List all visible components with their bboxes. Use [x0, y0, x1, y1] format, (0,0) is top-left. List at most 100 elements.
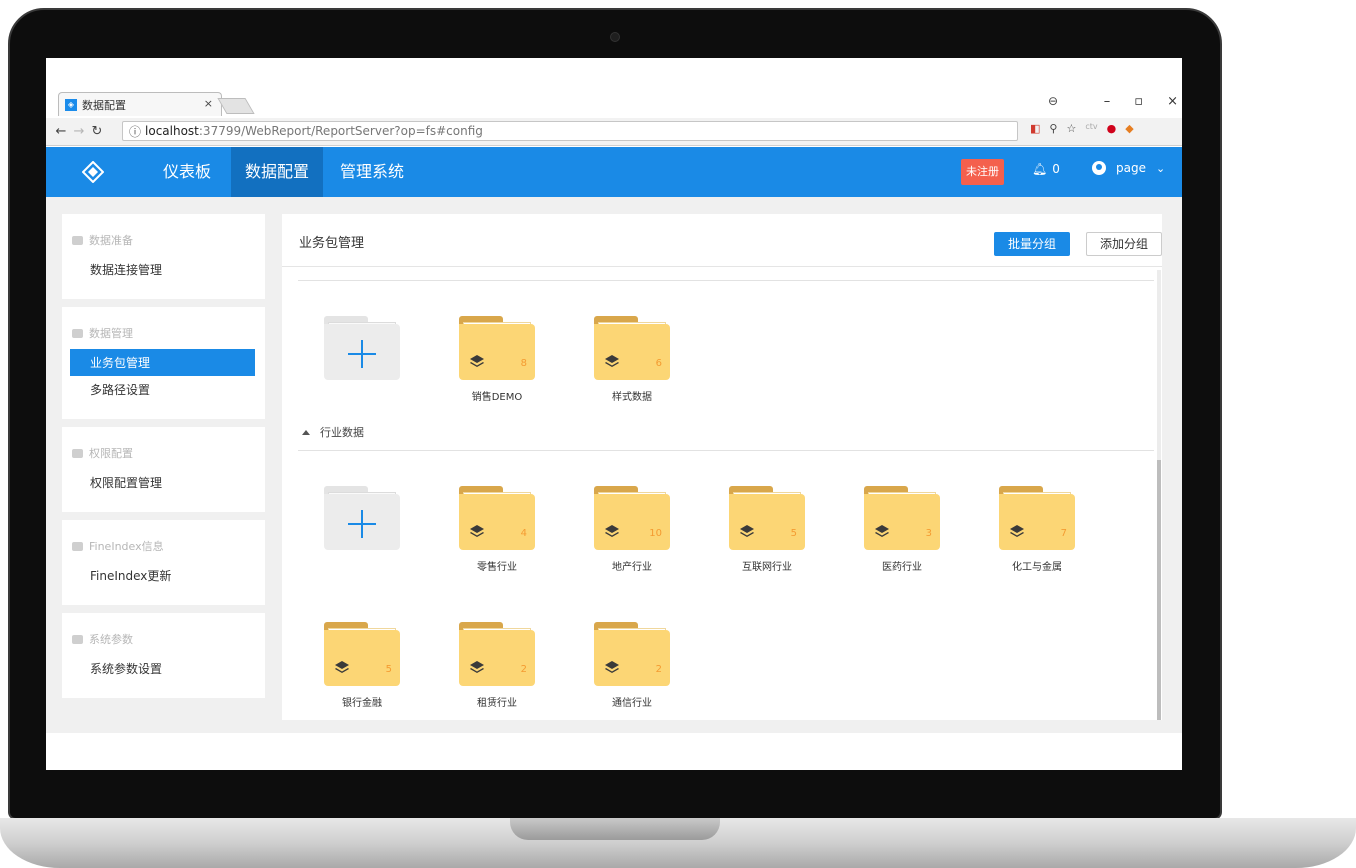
sidebar-item-multipath[interactable]: 多路径设置: [70, 376, 255, 403]
folder-body: [594, 324, 670, 380]
sidebar-item-connection-mgmt[interactable]: 数据连接管理: [70, 256, 255, 283]
pinterest-icon[interactable]: ●: [1107, 122, 1117, 135]
folder-icon: 3: [864, 486, 940, 550]
plus-icon: [348, 510, 376, 538]
username: page: [1116, 161, 1146, 175]
package-folder[interactable]: 2 租赁行业: [459, 622, 539, 722]
sidebar-group-title: 数据管理: [72, 325, 255, 341]
browser-tab[interactable]: ◈ 数据配置 ×: [58, 92, 222, 116]
close-window-button[interactable]: ×: [1167, 94, 1178, 109]
sidebar-group-label: 权限配置: [89, 447, 133, 460]
package-folder[interactable]: 3 医药行业: [864, 486, 944, 586]
package-folder[interactable]: 5 互联网行业: [729, 486, 809, 586]
nav-admin-system[interactable]: 管理系统: [326, 147, 418, 197]
new-tab-button[interactable]: [217, 98, 255, 114]
address-input[interactable]: ⓘ localhost:37799/WebReport/ReportServer…: [122, 121, 1018, 141]
package-name: 互联网行业: [742, 562, 792, 573]
add-package-button[interactable]: [324, 486, 404, 586]
layers-icon: [605, 525, 619, 537]
layers-icon: [875, 525, 889, 537]
sidebar: 数据准备 数据连接管理 数据管理 业务包管理 多路径设置 权限配置 权限配置管理…: [62, 214, 265, 706]
extension-icon[interactable]: ctv: [1085, 122, 1097, 135]
site-info-icon[interactable]: ⓘ: [129, 123, 141, 140]
sidebar-group-label: 数据管理: [89, 327, 133, 340]
folder-body: [459, 630, 535, 686]
package-name: 样式数据: [612, 392, 652, 403]
package-folder[interactable]: 8 销售DEMO: [459, 316, 539, 416]
minimize-button[interactable]: –: [1104, 94, 1111, 109]
layers-icon: [470, 661, 484, 673]
notifications[interactable]: 🔔︎ 0: [1032, 162, 1060, 176]
package-name: 销售DEMO: [471, 392, 523, 403]
sidebar-group-title: 权限配置: [72, 445, 255, 461]
folder-body: [594, 494, 670, 550]
folder-body: [594, 630, 670, 686]
package-count: 6: [655, 358, 662, 369]
package-name: 银行金融: [342, 698, 382, 709]
folder-body: [459, 324, 535, 380]
group-icon: [72, 448, 83, 458]
group-toggle[interactable]: 行业数据: [302, 424, 364, 440]
sidebar-item-permission-mgmt[interactable]: 权限配置管理: [70, 469, 255, 496]
footer-strip: [46, 733, 1182, 770]
layers-icon: [1010, 525, 1024, 537]
layers-icon: [605, 355, 619, 367]
sidebar-group-data-prep: 数据准备 数据连接管理: [62, 214, 265, 299]
translate-icon[interactable]: ◧: [1030, 122, 1040, 135]
content-panel: 业务包管理 批量分组 添加分组 行业数据 8 销售DEMO 6 样式数据 4 零售行业 10…: [282, 214, 1162, 720]
group-icon: [72, 541, 83, 551]
package-folder[interactable]: 6 样式数据: [594, 316, 674, 416]
close-tab-icon[interactable]: ×: [204, 97, 213, 110]
collapse-triangle-icon: [302, 429, 310, 435]
package-folder[interactable]: 4 零售行业: [459, 486, 539, 586]
package-folder[interactable]: 7 化工与金属: [999, 486, 1079, 586]
restore-button[interactable]: ▫: [1134, 94, 1143, 109]
package-count: 5: [790, 528, 797, 539]
sidebar-group-data-mgmt: 数据管理 业务包管理 多路径设置: [62, 307, 265, 419]
sidebar-item-system-settings[interactable]: 系统参数设置: [70, 655, 255, 682]
add-group-button[interactable]: 添加分组: [1086, 232, 1162, 256]
nav-data-config[interactable]: 数据配置: [231, 147, 324, 197]
group-icon: [72, 634, 83, 644]
folder-icon: 6: [594, 316, 670, 380]
scrollbar[interactable]: [1157, 270, 1161, 720]
back-arrow-icon[interactable]: ←: [52, 124, 70, 139]
folder-icon: 5: [324, 622, 400, 686]
add-package-button[interactable]: [324, 316, 404, 416]
divider: [282, 266, 1162, 267]
package-count: 10: [649, 528, 662, 539]
group-icon: [72, 235, 83, 245]
package-count: 8: [520, 358, 527, 369]
pin-icon[interactable]: ⚲: [1049, 122, 1057, 135]
folder-icon: 8: [459, 316, 535, 380]
reload-icon[interactable]: ↻: [88, 124, 106, 139]
window-controls: – ▫ ×: [1104, 94, 1178, 109]
app-logo-icon[interactable]: [82, 161, 104, 183]
extension-flame-icon[interactable]: ◆: [1125, 122, 1133, 135]
folder-body: [729, 494, 805, 550]
browser-tab-title: 数据配置: [82, 98, 126, 112]
folder-icon: 5: [729, 486, 805, 550]
user-menu[interactable]: page ⌄: [1092, 161, 1165, 175]
package-folder[interactable]: 5 银行金融: [324, 622, 404, 722]
tab-strip: [46, 58, 1182, 90]
batch-group-button[interactable]: 批量分组: [994, 232, 1070, 256]
scrollbar-thumb[interactable]: [1157, 460, 1161, 720]
sidebar-group-fineindex: FineIndex信息 FineIndex更新: [62, 520, 265, 605]
notification-count: 0: [1052, 162, 1060, 176]
forward-arrow-icon[interactable]: →: [70, 124, 88, 139]
avatar: [1092, 161, 1106, 175]
nav-dashboard[interactable]: 仪表板: [149, 147, 225, 197]
package-folder[interactable]: 10 地产行业: [594, 486, 674, 586]
layers-icon: [470, 525, 484, 537]
divider: [298, 280, 1154, 281]
bookmark-star-icon[interactable]: ☆: [1066, 122, 1076, 135]
plus-icon: [348, 340, 376, 368]
sidebar-item-package-mgmt[interactable]: 业务包管理: [70, 349, 255, 376]
unregistered-badge[interactable]: 未注册: [961, 159, 1004, 185]
package-folder[interactable]: 2 通信行业: [594, 622, 674, 722]
profile-icon[interactable]: ⊖: [1048, 94, 1058, 108]
sidebar-item-fineindex-update[interactable]: FineIndex更新: [70, 562, 255, 589]
app-favicon-icon: ◈: [65, 98, 77, 111]
package-count: 4: [520, 528, 527, 539]
